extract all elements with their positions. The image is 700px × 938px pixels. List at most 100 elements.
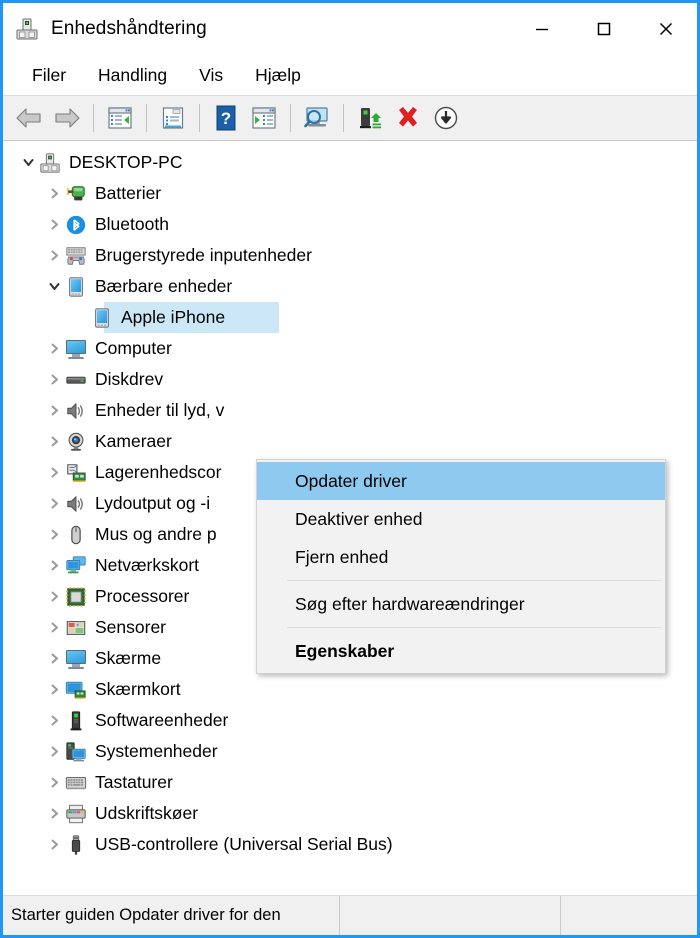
close-button[interactable]: [635, 3, 697, 55]
chevron-right-icon[interactable]: [43, 404, 65, 417]
tree-item-label: Sensorer: [95, 617, 167, 637]
caption-buttons: [511, 3, 697, 55]
chevron-right-icon[interactable]: [43, 807, 65, 820]
ctx-opdater-driver[interactable]: Opdater driver: [257, 462, 665, 500]
tree-item-tastaturer[interactable]: Tastaturer: [3, 767, 697, 798]
network-adapter-icon: [65, 555, 87, 577]
iphone-icon: [91, 307, 113, 329]
portable-device-icon: [65, 276, 87, 298]
chevron-right-icon[interactable]: [43, 838, 65, 851]
toolbar-separator: [146, 104, 147, 132]
tree-item-label: Skærmkort: [95, 679, 181, 699]
tree-item-label: Lagerenhedscor: [95, 462, 222, 482]
tree-item-label: Kameraer: [95, 431, 172, 451]
ctx-egenskaber[interactable]: Egenskaber: [257, 632, 665, 670]
menu-hjaelp[interactable]: Hjælp: [244, 62, 312, 89]
tree-item-label: Bærbare enheder: [95, 276, 233, 296]
chevron-right-icon[interactable]: [43, 435, 65, 448]
chevron-right-icon[interactable]: [43, 528, 65, 541]
ctx-fjern-enhed[interactable]: Fjern enhed: [257, 538, 665, 576]
tree-item-udskriftskoeer[interactable]: Udskriftskøer: [3, 798, 697, 829]
help-icon[interactable]: ?: [208, 100, 244, 136]
enable-device-icon[interactable]: [352, 100, 388, 136]
chevron-down-icon[interactable]: [17, 156, 39, 169]
tree-item-apple-iphone[interactable]: Apple iPhone: [3, 302, 697, 333]
update-driver-icon[interactable]: [246, 100, 282, 136]
toolbar: ?: [3, 95, 697, 141]
forward-arrow-icon[interactable]: [49, 100, 85, 136]
menu-handling[interactable]: Handling: [87, 62, 178, 89]
tree-item-softwareenheder[interactable]: Softwareenheder: [3, 705, 697, 736]
show-hide-console-tree-icon[interactable]: [102, 100, 138, 136]
software-device-icon: [65, 710, 87, 732]
tree-item-diskdrev[interactable]: Diskdrev: [3, 364, 697, 395]
device-tree[interactable]: DESKTOP-PC Batterier Bluetooth Brugersty…: [3, 141, 697, 895]
tree-item-systemenheder[interactable]: Systemenheder: [3, 736, 697, 767]
chevron-right-icon[interactable]: [43, 714, 65, 727]
tree-item-batterier[interactable]: Batterier: [3, 178, 697, 209]
hid-gamepad-icon: [65, 245, 87, 267]
chevron-right-icon[interactable]: [43, 249, 65, 262]
bluetooth-icon: [65, 214, 87, 236]
status-segment-3: [561, 896, 697, 935]
chevron-right-icon[interactable]: [43, 745, 65, 758]
tree-item-brugerstyrede-inputenheder[interactable]: Brugerstyrede inputenheder: [3, 240, 697, 271]
computer-device-icon: [39, 152, 61, 174]
device-manager-icon: [15, 17, 39, 41]
chevron-right-icon[interactable]: [43, 652, 65, 665]
chevron-right-icon[interactable]: [43, 187, 65, 200]
chevron-right-icon[interactable]: [43, 373, 65, 386]
menu-bar: Filer Handling Vis Hjælp: [3, 55, 697, 95]
chevron-right-icon[interactable]: [43, 683, 65, 696]
sensor-icon: [65, 617, 87, 639]
tree-item-usb-controllere[interactable]: USB-controllere (Universal Serial Bus): [3, 829, 697, 860]
tree-item-label: Netværkskort: [95, 555, 200, 575]
processor-icon: [65, 586, 87, 608]
chevron-right-icon[interactable]: [43, 621, 65, 634]
usb-icon: [65, 834, 87, 856]
status-message: Starter guiden Opdater driver for den: [3, 896, 340, 935]
menu-filer[interactable]: Filer: [21, 62, 77, 89]
tree-item-desktop-pc[interactable]: DESKTOP-PC: [3, 147, 697, 178]
ctx-deaktiver-enhed[interactable]: Deaktiver enhed: [257, 500, 665, 538]
monitor-icon: [65, 648, 87, 670]
properties-icon[interactable]: [155, 100, 191, 136]
tree-item-enheder-til-lyd[interactable]: Enheder til lyd, v: [3, 395, 697, 426]
tree-item-kameraer[interactable]: Kameraer: [3, 426, 697, 457]
tree-item-label: Apple iPhone: [121, 307, 226, 327]
chevron-down-icon[interactable]: [43, 280, 65, 293]
chevron-right-icon[interactable]: [43, 466, 65, 479]
keyboard-icon: [65, 772, 87, 794]
tree-item-baerbare-enheder[interactable]: Bærbare enheder: [3, 271, 697, 302]
chevron-right-icon[interactable]: [43, 497, 65, 510]
context-menu[interactable]: Opdater driver Deaktiver enhed Fjern enh…: [256, 459, 666, 674]
chevron-right-icon[interactable]: [43, 590, 65, 603]
chevron-right-icon[interactable]: [43, 342, 65, 355]
disable-device-icon[interactable]: [428, 100, 464, 136]
tree-item-bluetooth[interactable]: Bluetooth: [3, 209, 697, 240]
tree-item-label: Enheder til lyd, v: [95, 400, 225, 420]
toolbar-separator: [93, 104, 94, 132]
device-manager-window: Enhedshåndtering Filer Handling Vis Hjæl…: [0, 0, 700, 938]
chevron-right-icon[interactable]: [43, 559, 65, 572]
minimize-button[interactable]: [511, 3, 573, 55]
tree-item-label: Bluetooth: [95, 214, 169, 234]
chevron-right-icon[interactable]: [43, 776, 65, 789]
tree-item-computer[interactable]: Computer: [3, 333, 697, 364]
chevron-right-icon[interactable]: [43, 218, 65, 231]
maximize-button[interactable]: [573, 3, 635, 55]
tree-item-skaermkort[interactable]: Skærmkort: [3, 674, 697, 705]
tree-item-label: Diskdrev: [95, 369, 164, 389]
speaker-icon: [65, 400, 87, 422]
status-bar: Starter guiden Opdater driver for den: [3, 895, 697, 935]
back-arrow-icon[interactable]: [11, 100, 47, 136]
ctx-soeg-hardwareaendringer[interactable]: Søg efter hardwareændringer: [257, 585, 665, 623]
window-title: Enhedshåndtering: [51, 18, 207, 39]
uninstall-device-icon[interactable]: [390, 100, 426, 136]
tree-item-label: DESKTOP-PC: [69, 152, 183, 172]
scan-hardware-changes-icon[interactable]: [299, 100, 335, 136]
tree-item-label: Lydoutput og -i: [95, 493, 211, 513]
tree-item-label: Softwareenheder: [95, 710, 229, 730]
menu-vis[interactable]: Vis: [188, 62, 234, 89]
context-menu-separator: [287, 627, 661, 628]
